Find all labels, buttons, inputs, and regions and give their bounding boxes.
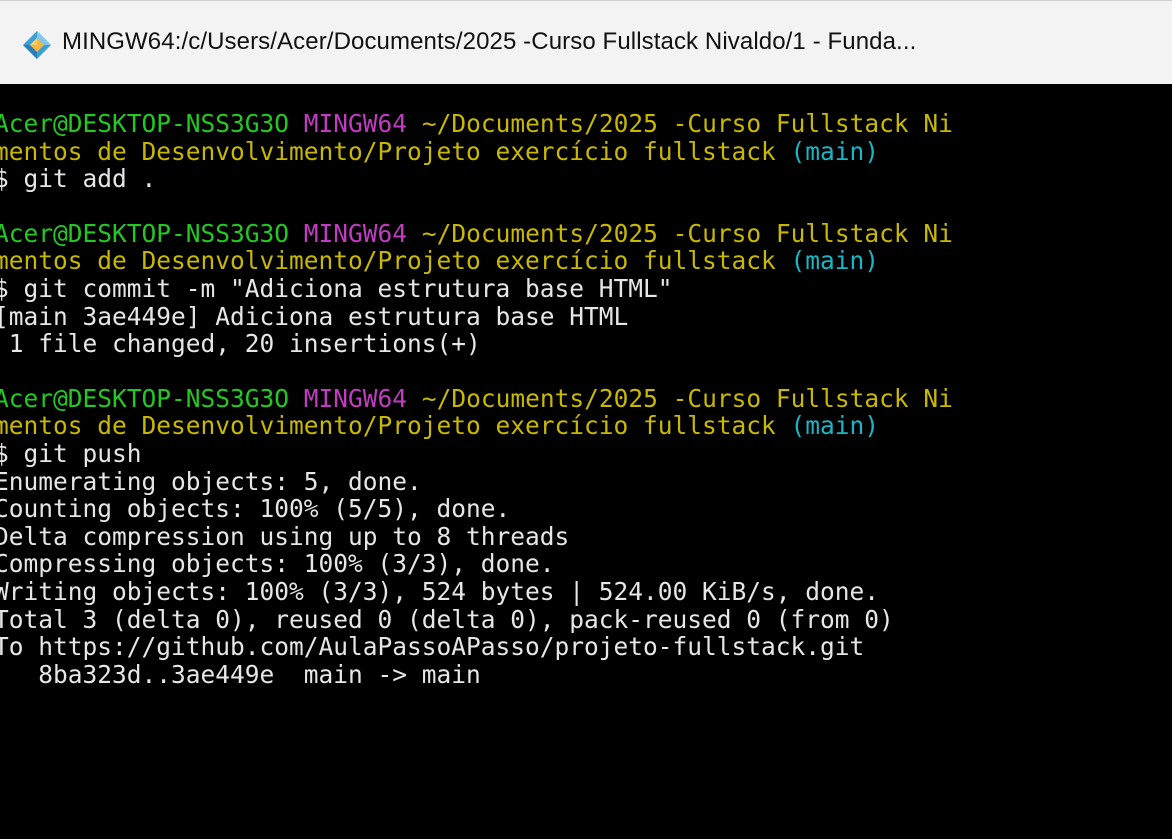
command-line: $ git push xyxy=(0,438,142,468)
output-line: To https://github.com/AulaPassoAPasso/pr… xyxy=(0,632,865,662)
prompt-path: ~/Documents/2025 -Curso Fullstack Ni xyxy=(421,218,953,248)
terminal-window: MINGW64:/c/Users/Acer/Documents/2025 -Cu… xyxy=(0,0,1172,839)
window-title: MINGW64:/c/Users/Acer/Documents/2025 -Cu… xyxy=(62,28,917,55)
prompt-user-host: Acer@DESKTOP-NSS3G3O xyxy=(0,218,290,248)
prompt-user-host: Acer@DESKTOP-NSS3G3O xyxy=(0,383,290,413)
output-line: [main 3ae449e] Adiciona estrutura base H… xyxy=(0,301,629,331)
output-line: Total 3 (delta 0), reused 0 (delta 0), p… xyxy=(0,604,894,634)
prompt-branch: (main) xyxy=(790,246,880,276)
command-block-git-push: Acer@DESKTOP-NSS3G3O MINGW64 ~/Documents… xyxy=(0,383,1172,689)
prompt-user-host: Acer@DESKTOP-NSS3G3O xyxy=(0,109,290,138)
output-line: Writing objects: 100% (3/3), 524 bytes |… xyxy=(0,576,880,606)
output-line: Enumerating objects: 5, done. xyxy=(0,466,422,496)
prompt-system: MINGW64 xyxy=(303,109,408,138)
output-line: 8ba323d..3ae449e main -> main xyxy=(0,659,481,689)
prompt-line: Acer@DESKTOP-NSS3G3O MINGW64 ~/Documents… xyxy=(0,218,1172,248)
command-line: $ git add . xyxy=(0,164,157,194)
title-bar[interactable]: MINGW64:/c/Users/Acer/Documents/2025 -Cu… xyxy=(0,0,1172,84)
command-block-git-add: Acer@DESKTOP-NSS3G3O MINGW64 ~/Documents… xyxy=(0,110,1172,193)
prompt-path-continued: mentos de Desenvolvimento/Projeto exercí… xyxy=(0,136,776,166)
prompt-line-continued: mentos de Desenvolvimento/Projeto exercí… xyxy=(0,247,1172,275)
prompt-line: Acer@DESKTOP-NSS3G3O MINGW64 ~/Documents… xyxy=(0,110,1172,138)
prompt-path: ~/Documents/2025 -Curso Fullstack Ni xyxy=(421,383,953,413)
output-line: Compressing objects: 100% (3/3), done. xyxy=(0,549,555,579)
terminal-output-area[interactable]: Acer@DESKTOP-NSS3G3O MINGW64 ~/Documents… xyxy=(0,84,1172,839)
prompt-line-continued: mentos de Desenvolvimento/Projeto exercí… xyxy=(0,136,1172,166)
command-line: $ git commit -m "Adiciona estrutura base… xyxy=(0,273,673,303)
prompt-system: MINGW64 xyxy=(303,383,408,413)
prompt-path-continued: mentos de Desenvolvimento/Projeto exercí… xyxy=(0,411,776,441)
prompt-branch: (main) xyxy=(790,136,880,166)
prompt-line-continued: mentos de Desenvolvimento/Projeto exercí… xyxy=(0,412,1172,440)
output-line: Counting objects: 100% (5/5), done. xyxy=(0,494,511,524)
prompt-line: Acer@DESKTOP-NSS3G3O MINGW64 ~/Documents… xyxy=(0,383,1172,413)
prompt-branch: (main) xyxy=(790,411,880,441)
prompt-system: MINGW64 xyxy=(303,218,408,248)
output-line: 1 file changed, 20 insertions(+) xyxy=(0,329,481,359)
prompt-path-continued: mentos de Desenvolvimento/Projeto exercí… xyxy=(0,246,776,276)
command-block-git-commit: Acer@DESKTOP-NSS3G3O MINGW64 ~/Documents… xyxy=(0,218,1172,359)
prompt-path: ~/Documents/2025 -Curso Fullstack Ni xyxy=(421,109,953,138)
git-bash-diamond-icon xyxy=(23,31,51,59)
output-line: Delta compression using up to 8 threads xyxy=(0,521,570,551)
